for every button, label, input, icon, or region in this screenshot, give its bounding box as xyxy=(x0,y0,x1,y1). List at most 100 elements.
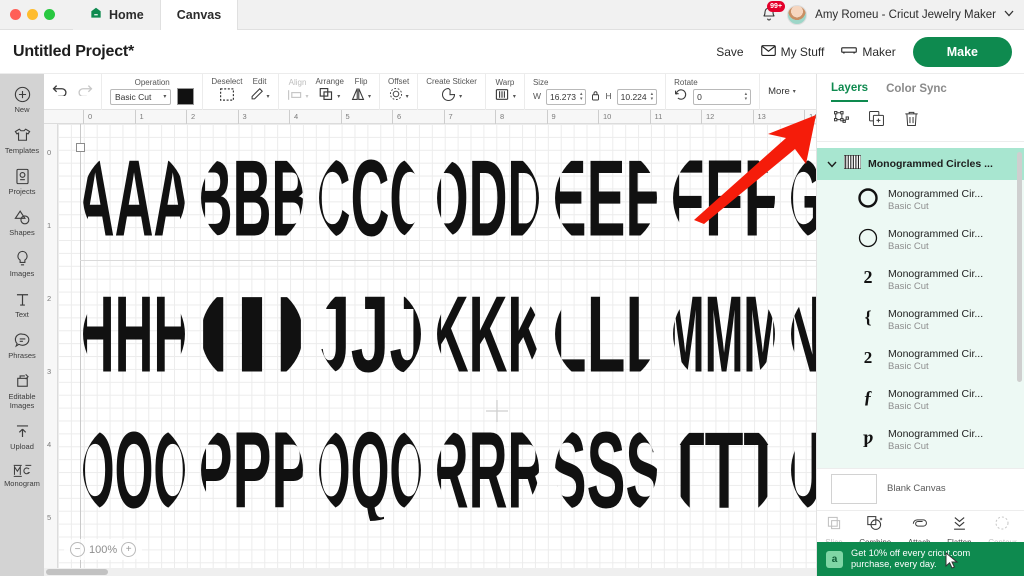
layer-row[interactable]: ƒ Monogrammed Cir... Basic Cut xyxy=(817,380,1024,420)
undo-icon[interactable] xyxy=(52,83,69,101)
operation-group: Operation Basic Cut ▾ xyxy=(102,73,204,110)
height-stepper[interactable]: ▴ ▾ xyxy=(651,91,654,102)
monogram-circle[interactable]: BBB xyxy=(200,146,304,255)
rotate-input[interactable]: 0 ▴ ▾ xyxy=(693,88,752,105)
ungroup-icon[interactable] xyxy=(833,110,850,132)
glyph-5-icon[interactable]: ƿ xyxy=(857,427,879,454)
monogram-circle[interactable]: DDD xyxy=(436,146,540,255)
machine-selector-button[interactable]: Maker xyxy=(841,44,896,59)
monogram-circle[interactable]: III xyxy=(200,282,304,391)
monogram-circle[interactable]: PPP xyxy=(200,418,304,527)
svg-text:FFF: FFF xyxy=(672,146,776,250)
sidebar-item-monogram[interactable]: Monogram xyxy=(0,458,44,493)
promo-banner[interactable]: a Get 10% off every cricut.com purchase,… xyxy=(817,542,1024,576)
app-tabs: Home Canvas xyxy=(73,0,239,30)
glyph-1-icon[interactable]: 2 xyxy=(857,267,879,294)
sidebar-item-phrases[interactable]: Phrases xyxy=(0,326,44,365)
layer-row[interactable]: 2 Monogrammed Cir... Basic Cut xyxy=(817,340,1024,380)
layer-row[interactable]: ƿ Monogrammed Cir... Basic Cut xyxy=(817,420,1024,460)
plus-circle-icon[interactable]: + xyxy=(121,542,137,557)
monogram-circle[interactable]: FFF xyxy=(672,146,776,255)
delete-icon[interactable] xyxy=(903,110,920,132)
make-button[interactable]: Make xyxy=(912,36,1012,67)
layer-list-scrollbar[interactable] xyxy=(1017,152,1022,382)
rotate-stepper[interactable]: ▴ ▾ xyxy=(745,91,748,102)
monogram-circle[interactable]: JJJ xyxy=(318,282,422,391)
save-button[interactable]: Save xyxy=(716,45,743,59)
offset-button[interactable]: Offset ▾ xyxy=(388,77,409,106)
minus-circle-icon[interactable]: − xyxy=(70,542,85,557)
monogram-circle[interactable]: LLL xyxy=(554,282,658,391)
monogram-circle[interactable]: QQQ xyxy=(318,418,422,527)
sidebar-item-upload[interactable]: Upload xyxy=(0,417,44,456)
monogram-circle[interactable]: TTT xyxy=(672,418,776,527)
height-input[interactable]: 10.224 ▴ ▾ xyxy=(616,88,658,105)
layer-row[interactable]: Monogrammed Cir... Basic Cut xyxy=(817,180,1024,220)
monogram-circle[interactable]: SSS xyxy=(554,418,658,527)
layer-row[interactable]: Monogrammed Cir... Basic Cut xyxy=(817,220,1024,260)
create-sticker-button[interactable]: Create Sticker ▾ xyxy=(426,77,477,107)
width-stepper[interactable]: ▴ ▾ xyxy=(580,91,583,102)
redo-icon[interactable] xyxy=(76,83,93,101)
sidebar-item-new[interactable]: New xyxy=(0,80,44,119)
glyph-4-icon[interactable]: ƒ xyxy=(857,387,879,414)
monogram-circle[interactable]: GGG xyxy=(790,146,816,255)
monogram-circle[interactable]: OOO xyxy=(82,418,186,527)
design-canvas[interactable]: 01234567891011121314 0123456 AAABBBCCCDD… xyxy=(44,110,816,576)
glyph-3-icon[interactable]: 2 xyxy=(857,347,879,374)
notifications-button[interactable]: 99+ xyxy=(761,0,786,24)
operation-select[interactable]: Basic Cut ▾ xyxy=(110,88,172,105)
page-title[interactable]: Untitled Project* xyxy=(13,43,134,61)
layer-group-row[interactable]: Monogrammed Circles ... xyxy=(817,148,1024,180)
tab-color-sync[interactable]: Color Sync xyxy=(886,83,947,101)
chevron-down-icon[interactable] xyxy=(827,155,837,173)
tab-canvas[interactable]: Canvas xyxy=(160,0,239,30)
lock-icon[interactable] xyxy=(591,88,600,106)
tab-home[interactable]: Home xyxy=(73,0,161,30)
sidebar-item-editable-images[interactable]: Editable Images xyxy=(0,367,44,415)
chevron-down-icon[interactable] xyxy=(1004,10,1014,19)
color-swatch-button[interactable] xyxy=(177,88,195,105)
monogram-circle[interactable]: RRR xyxy=(436,418,540,527)
sidebar-item-templates[interactable]: Templates xyxy=(0,121,44,160)
maximize-window-button[interactable] xyxy=(44,9,55,20)
monogram-circle[interactable]: AAA xyxy=(82,146,186,255)
circle-thin-icon[interactable] xyxy=(857,227,879,254)
align-button[interactable]: Align ▾ xyxy=(287,78,309,106)
avatar[interactable] xyxy=(787,4,808,25)
monogram-circle[interactable]: HHH xyxy=(82,282,186,391)
layer-row[interactable]: 2 Monogrammed Cir... Basic Cut xyxy=(817,260,1024,300)
my-stuff-button[interactable]: My Stuff xyxy=(760,44,824,60)
sidebar-item-images[interactable]: Images xyxy=(0,244,44,283)
more-button[interactable]: More ▾ xyxy=(768,87,796,97)
monogram-circle[interactable]: EEE xyxy=(554,146,658,255)
monogram-artwork-group[interactable]: AAABBBCCCDDDEEEFFF GGG HHHIIIJJJKKKLLLMMMN… xyxy=(58,124,816,576)
sidebar-item-shapes[interactable]: Shapes xyxy=(0,203,44,242)
monogram-circle[interactable]: KKK xyxy=(436,282,540,391)
blank-canvas-row[interactable]: Blank Canvas xyxy=(817,468,1024,508)
horizontal-scrollbar[interactable] xyxy=(44,568,816,576)
arrange-button[interactable]: Arrange ▾ xyxy=(316,77,344,106)
edit-button[interactable]: Edit ▾ xyxy=(250,77,270,106)
layer-row[interactable]: {Monogrammed Cir... Basic Cut xyxy=(817,300,1024,340)
monogram-circle[interactable]: CCC xyxy=(318,146,422,255)
svg-text:AAA: AAA xyxy=(82,146,186,250)
tab-layers[interactable]: Layers xyxy=(831,82,869,102)
sidebar-item-text[interactable]: Text xyxy=(0,285,44,324)
close-window-button[interactable] xyxy=(10,9,21,20)
flip-button[interactable]: Flip ▾ xyxy=(351,77,371,106)
monogram-circle[interactable]: UUU xyxy=(790,418,816,527)
monogram-circle[interactable]: NNN xyxy=(790,282,816,391)
monogram-circle[interactable]: MMM xyxy=(672,282,776,391)
scrollbar-thumb[interactable] xyxy=(46,569,108,575)
window-controls[interactable] xyxy=(0,9,55,20)
deselect-button[interactable]: Deselect xyxy=(211,77,243,107)
sidebar-item-projects[interactable]: Projects xyxy=(0,162,44,201)
warp-button[interactable]: Warp ▾ xyxy=(494,78,516,106)
layer-list[interactable]: Monogrammed Circles ... Monogrammed Cir..… xyxy=(817,148,1024,468)
minimize-window-button[interactable] xyxy=(27,9,38,20)
glyph-2-icon[interactable]: { xyxy=(857,307,879,334)
circle-bold-icon[interactable] xyxy=(857,187,879,214)
duplicate-icon[interactable] xyxy=(868,110,885,132)
width-input[interactable]: 16.273 ▴ ▾ xyxy=(545,88,587,105)
